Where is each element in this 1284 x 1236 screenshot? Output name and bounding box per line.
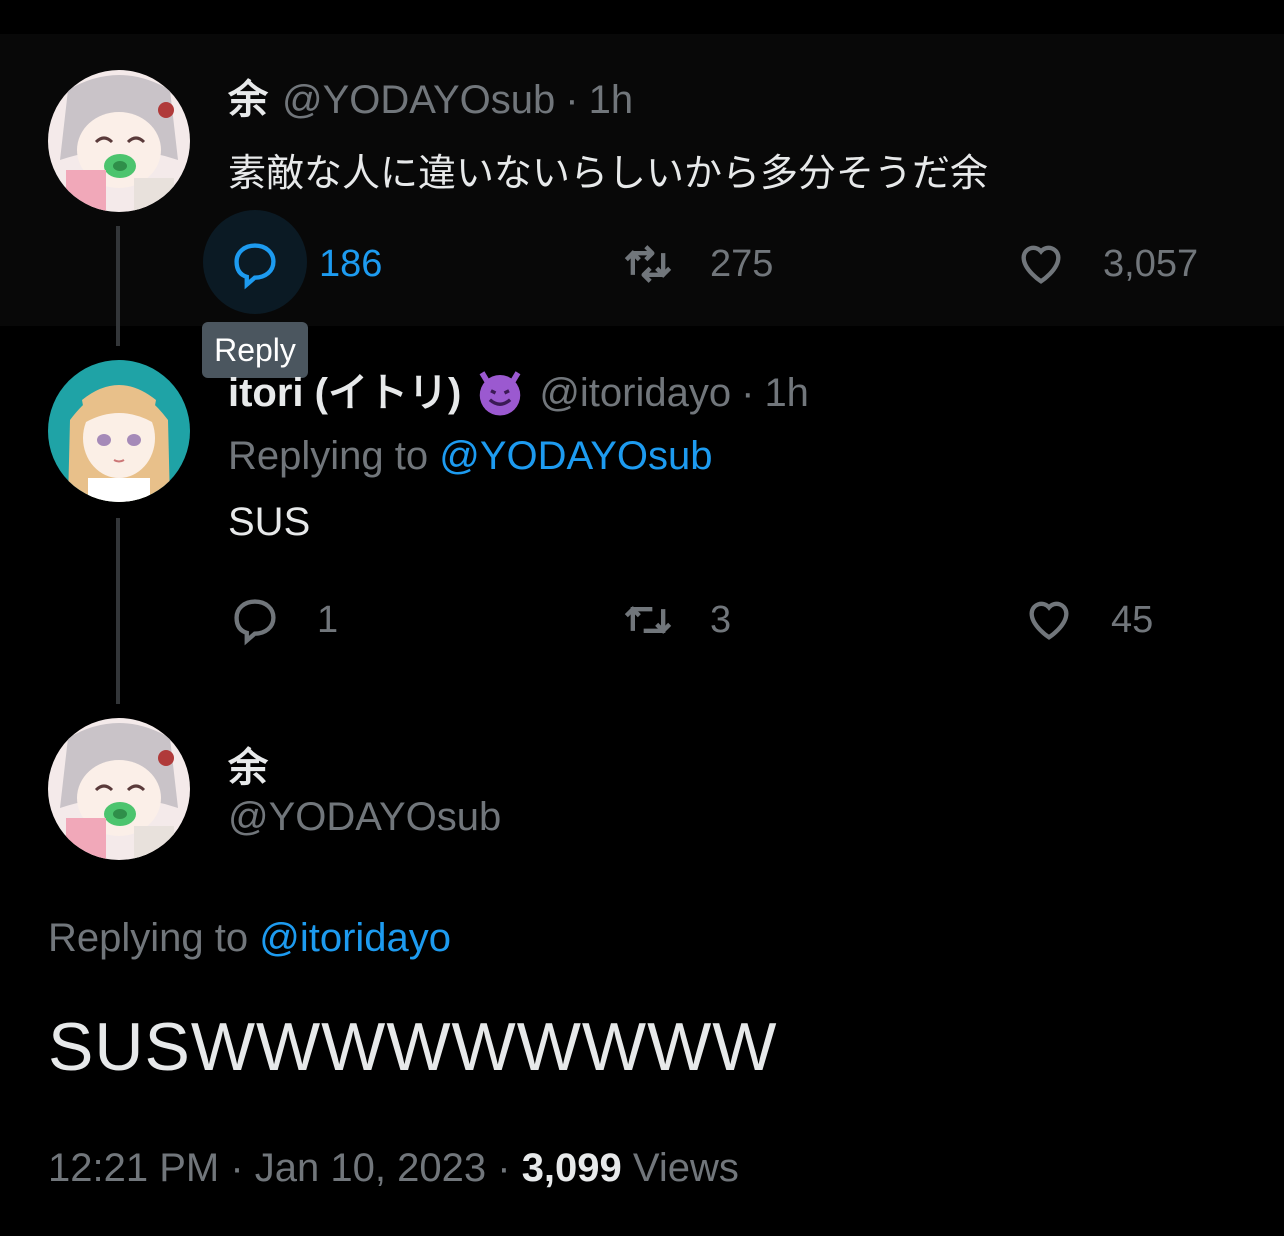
retweet-count: 3 bbox=[710, 598, 732, 641]
avatar-itori[interactable] bbox=[48, 360, 190, 502]
author-handle[interactable]: @YODAYOsub bbox=[282, 76, 555, 124]
separator-dot: · bbox=[565, 78, 579, 122]
thread-connector bbox=[116, 518, 120, 704]
separator-dot: · bbox=[230, 1146, 244, 1190]
reply-icon bbox=[234, 243, 276, 290]
retweet-icon bbox=[624, 606, 672, 634]
reply-button[interactable]: 186 bbox=[229, 238, 382, 290]
replying-to-link[interactable]: @YODAYOsub bbox=[439, 434, 712, 478]
like-button[interactable]: 3,057 bbox=[1015, 238, 1198, 290]
main-tweet-text: SUSWWWWWWWWW bbox=[48, 1009, 778, 1085]
retweet-button[interactable]: 3 bbox=[622, 594, 731, 646]
main-author-handle[interactable]: @YODAYOsub bbox=[228, 795, 501, 840]
tweet-2-header: itori (イトリ) @itoridayo · 1h bbox=[228, 366, 809, 420]
avatar-yodayo[interactable] bbox=[48, 718, 190, 860]
tweet-time[interactable]: 1h bbox=[764, 369, 809, 417]
main-tweet-meta: 12:21 PM · Jan 10, 2023 · 3,099 Views bbox=[48, 1146, 739, 1191]
author-name[interactable]: itori (イトリ) bbox=[228, 369, 461, 417]
heart-icon bbox=[1029, 601, 1069, 640]
replying-to-line: Replying to @YODAYOsub bbox=[228, 434, 713, 479]
retweet-count: 275 bbox=[710, 242, 774, 285]
like-button[interactable]: 45 bbox=[1023, 594, 1153, 646]
views-label: Views bbox=[632, 1146, 739, 1190]
avatar-yodayo[interactable] bbox=[48, 70, 190, 212]
author-name[interactable]: 余 bbox=[228, 76, 268, 124]
retweet-icon bbox=[624, 245, 672, 283]
reply-button[interactable]: 1 bbox=[229, 594, 338, 646]
smiling-devil-icon bbox=[479, 371, 521, 416]
views-count: 3,099 bbox=[521, 1146, 622, 1190]
replying-prefix: Replying to bbox=[228, 434, 429, 478]
reply-count: 186 bbox=[319, 242, 383, 285]
replying-to-link[interactable]: @itoridayo bbox=[259, 916, 451, 960]
main-replying-to-line: Replying to @itoridayo bbox=[48, 916, 451, 961]
tweet-date[interactable]: Jan 10, 2023 bbox=[255, 1146, 486, 1190]
heart-icon bbox=[1021, 245, 1061, 284]
tweet-time[interactable]: 1h bbox=[589, 76, 634, 124]
main-author-name[interactable]: 余 bbox=[228, 735, 268, 793]
author-handle[interactable]: @itoridayo bbox=[539, 369, 731, 417]
tweet-1-text: 素敵な人に違いないらしいから多分そうだ余 bbox=[228, 153, 989, 195]
tweet-1-header: 余 @YODAYOsub · 1h bbox=[228, 76, 633, 124]
retweet-button[interactable]: 275 bbox=[622, 238, 773, 290]
replying-prefix: Replying to bbox=[48, 916, 249, 960]
reply-icon bbox=[234, 599, 276, 646]
thread-connector bbox=[116, 226, 120, 346]
like-count: 45 bbox=[1111, 598, 1154, 641]
separator-dot: · bbox=[741, 371, 755, 415]
tweet-timestamp[interactable]: 12:21 PM bbox=[48, 1146, 219, 1190]
reply-count: 1 bbox=[317, 598, 339, 641]
like-count: 3,057 bbox=[1103, 242, 1199, 285]
separator-dot: · bbox=[497, 1146, 511, 1190]
tweet-2-text: SUS bbox=[228, 500, 311, 544]
